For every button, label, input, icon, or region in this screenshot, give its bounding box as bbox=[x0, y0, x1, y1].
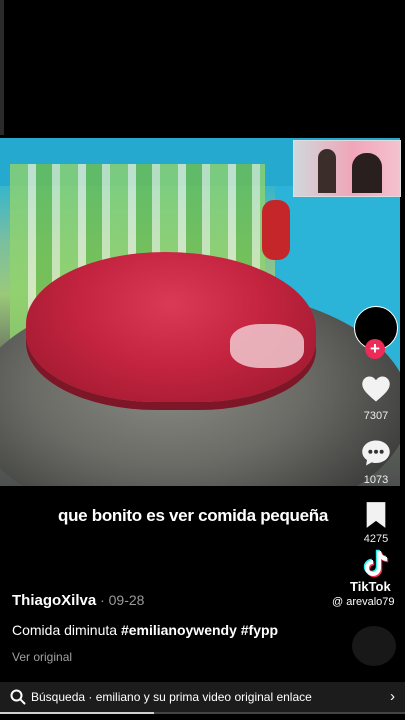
video-background-object bbox=[262, 200, 290, 260]
comment-button[interactable] bbox=[360, 438, 392, 468]
save-count: 4275 bbox=[363, 533, 389, 545]
post-date: 09-28 bbox=[108, 592, 145, 608]
like-count: 7307 bbox=[363, 410, 389, 422]
pip-person bbox=[318, 149, 336, 193]
username[interactable]: ThiagoXilva bbox=[12, 592, 96, 609]
tiktok-watermark: TikTok bbox=[350, 579, 391, 594]
video-steak-fat bbox=[230, 324, 304, 368]
post-description: Comida diminuta #emilianoywendy #fypp bbox=[12, 622, 278, 638]
video-progress-fill bbox=[0, 712, 154, 714]
pip-video[interactable] bbox=[293, 140, 401, 197]
follow-plus-icon[interactable]: + bbox=[365, 339, 385, 359]
save-button[interactable] bbox=[360, 500, 392, 530]
video-caption-overlay: que bonito es ver comida pequeña bbox=[58, 506, 329, 525]
heart-icon bbox=[362, 376, 390, 402]
pip-person bbox=[352, 153, 382, 193]
hashtag-link[interactable]: #emilianoywendy bbox=[121, 622, 237, 638]
video-progress-bar[interactable] bbox=[0, 712, 405, 714]
search-suggestion-text: Búsqueda · emiliano y su prima video ori… bbox=[31, 690, 312, 704]
bookmark-icon bbox=[366, 502, 386, 528]
comment-icon bbox=[362, 440, 390, 466]
tiktok-logo-icon bbox=[360, 548, 390, 578]
search-suggestion-bar[interactable]: Búsqueda · emiliano y su prima video ori… bbox=[0, 682, 405, 712]
like-button[interactable] bbox=[360, 374, 392, 404]
status-edge bbox=[0, 0, 4, 135]
separator: · bbox=[96, 592, 109, 608]
search-icon bbox=[10, 689, 26, 705]
floating-button[interactable] bbox=[352, 626, 396, 666]
description-text: Comida diminuta bbox=[12, 622, 121, 638]
comment-count: 1073 bbox=[363, 474, 389, 486]
tiktok-handle: @ arevalo79 bbox=[332, 596, 395, 608]
chevron-right-icon: › bbox=[390, 688, 395, 705]
see-original-link[interactable]: Ver original bbox=[12, 650, 72, 664]
hashtag-link[interactable]: #fypp bbox=[241, 622, 278, 638]
post-meta: ThiagoXilva · 09-28 bbox=[12, 592, 144, 609]
